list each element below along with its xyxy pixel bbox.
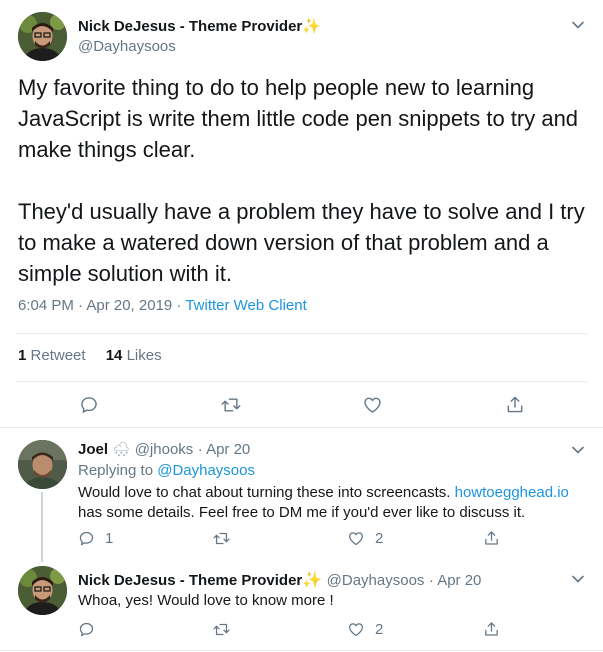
main-tweet-paragraph-1: My favorite thing to do to help people n… xyxy=(18,75,579,162)
main-tweet-paragraph-2: They'd usually have a problem they have … xyxy=(18,199,585,286)
main-tweet-meta: 6:04 PM · Apr 20, 2019 · Twitter Web Cli… xyxy=(18,297,307,314)
reply-1-like-button[interactable]: 2 xyxy=(347,530,383,547)
main-retweet-button[interactable] xyxy=(220,395,242,415)
share-icon xyxy=(507,396,523,413)
retweet-icon xyxy=(221,398,241,412)
main-share-button[interactable] xyxy=(505,394,525,415)
divider xyxy=(16,381,587,382)
reply-2-reply-button[interactable] xyxy=(78,621,95,638)
reply-1-reply-button[interactable]: 1 xyxy=(78,530,113,547)
reply-2-retweet-button[interactable] xyxy=(212,621,231,638)
reply-1-author-handle[interactable]: @jhooks xyxy=(135,441,194,458)
divider xyxy=(0,427,603,428)
main-tweet-text: My favorite thing to do to help people n… xyxy=(18,72,588,289)
main-author-avatar[interactable] xyxy=(18,12,67,61)
reply-2-share-button[interactable] xyxy=(483,620,500,638)
snow-cloud-icon: 🌨 xyxy=(112,441,131,457)
reply-1-reply-count: 1 xyxy=(105,530,114,547)
likes-stat[interactable]: 14 Likes xyxy=(106,347,162,364)
reply-icon xyxy=(79,622,94,637)
main-author-handle[interactable]: @Dayhaysoos xyxy=(78,38,176,55)
reply-1-like-count: 2 xyxy=(375,530,384,547)
thread-connector-line xyxy=(41,492,43,562)
reply-2-date[interactable]: · Apr 20 xyxy=(429,572,482,589)
reply-1-link[interactable]: howtoegghead.io xyxy=(455,484,569,501)
retweet-count: 1 xyxy=(18,347,27,364)
reply-2-like-count: 2 xyxy=(375,621,384,638)
main-reply-button[interactable] xyxy=(79,395,99,415)
retweet-stat[interactable]: 1 Retweet xyxy=(18,347,86,364)
heart-icon xyxy=(364,397,381,413)
sparkles-icon: ✨ xyxy=(302,18,321,35)
main-tweet-stats: 1 Retweet 14 Likes xyxy=(18,347,162,364)
likes-count: 14 xyxy=(105,347,123,364)
reply-1-date[interactable]: · Apr 20 xyxy=(198,441,251,458)
reply-1-author-name[interactable]: Joel xyxy=(78,441,108,458)
main-tweet-chevron-down-icon[interactable] xyxy=(571,18,585,37)
reply-1-text-start: Would love to chat about turning these i… xyxy=(78,484,455,501)
replying-to-link[interactable]: @Dayhaysoos xyxy=(157,462,255,479)
reply-2-author-handle[interactable]: @Dayhaysoos xyxy=(327,572,425,589)
reply-1-retweet-button[interactable] xyxy=(212,530,231,547)
bottom-divider xyxy=(0,650,603,651)
retweet-icon xyxy=(213,623,230,636)
reply-1-text-end: has some details. Feel free to DM me if … xyxy=(78,504,526,521)
main-tweet-source-link[interactable]: Twitter Web Client xyxy=(185,297,306,314)
reply-icon xyxy=(81,397,97,413)
retweet-label: Retweet xyxy=(30,347,86,364)
replying-to-prefix: Replying to xyxy=(78,462,158,479)
heart-icon xyxy=(348,623,364,637)
retweet-icon xyxy=(213,532,230,545)
reply-1-avatar[interactable] xyxy=(18,440,67,489)
likes-label: Likes xyxy=(126,347,162,364)
share-icon xyxy=(485,531,498,545)
reply-2-avatar[interactable] xyxy=(18,566,67,615)
share-icon xyxy=(485,622,498,636)
reply-2-header: Nick DeJesus - Theme Provider✨ @Dayhayso… xyxy=(78,570,481,590)
reply-1-share-button[interactable] xyxy=(483,529,500,547)
reply-2-chevron-down-icon[interactable] xyxy=(571,572,585,591)
reply-2-like-button[interactable]: 2 xyxy=(347,621,383,638)
reply-1-text: Would love to chat about turning these i… xyxy=(78,483,593,523)
reply-1-header: Joel 🌨 @jhooks · Apr 20 xyxy=(78,441,250,459)
main-author-name-text[interactable]: Nick DeJesus - Theme Provider xyxy=(78,18,302,35)
heart-icon xyxy=(348,532,364,546)
divider xyxy=(16,333,587,334)
reply-icon xyxy=(79,531,94,546)
reply-2-author-name[interactable]: Nick DeJesus - Theme Provider xyxy=(78,572,302,589)
sparkles-icon: ✨ xyxy=(302,572,323,589)
main-author-name[interactable]: Nick DeJesus - Theme Provider✨ xyxy=(78,17,321,35)
reply-1-replying-to: Replying to @Dayhaysoos xyxy=(78,462,255,479)
reply-2-text: Whoa, yes! Would love to know more ! xyxy=(78,592,334,609)
main-tweet-timestamp[interactable]: 6:04 PM · Apr 20, 2019 · xyxy=(18,297,185,314)
reply-1-chevron-down-icon[interactable] xyxy=(571,443,585,462)
main-like-button[interactable] xyxy=(362,395,383,415)
